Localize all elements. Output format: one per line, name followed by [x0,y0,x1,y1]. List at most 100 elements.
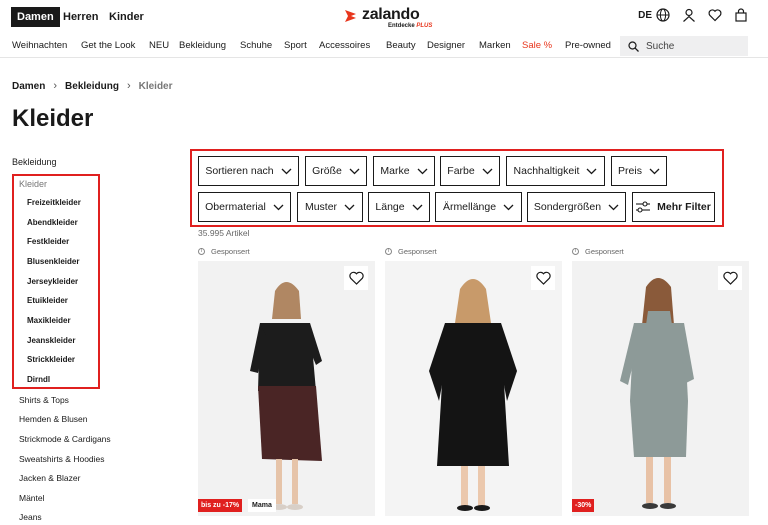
filter-material[interactable]: Obermaterial [198,192,291,222]
nav-item-sale[interactable]: Sale % [522,40,552,51]
info-icon[interactable]: i [572,247,579,255]
heart-icon[interactable] [708,8,722,22]
search-input[interactable]: Suche [620,36,748,56]
wishlist-button[interactable] [718,266,742,290]
chevron-down-icon [587,168,597,174]
search-placeholder: Suche [646,40,675,52]
wishlist-button[interactable] [531,266,555,290]
sidebar-sub-jerseykleider[interactable]: Jerseykleider [27,277,78,286]
filter-label: Preis [618,165,642,177]
filter-label: Größe [312,165,342,177]
sidebar-sub-etuikleider[interactable]: Etuikleider [27,296,68,305]
chevron-down-icon [417,168,428,174]
nav-item-neu[interactable]: NEU [149,40,169,51]
search-icon [628,40,639,52]
filter-color[interactable]: Farbe [440,156,500,186]
sidebar-item-bekleidung[interactable]: Bekleidung [12,157,57,167]
logo-subtitle: Entdecke PLUS [388,23,433,29]
sidebar-item-maentel[interactable]: Mäntel [19,493,45,503]
product-image[interactable]: -30% [572,261,749,516]
sidebar-item-shirts-tops[interactable]: Shirts & Tops [19,395,69,405]
nav-item-accessoires[interactable]: Accessoires [319,40,370,51]
filter-sort[interactable]: Sortieren nach [198,156,299,186]
filter-sustainability[interactable]: Nachhaltigkeit [506,156,605,186]
chevron-down-icon [412,204,423,210]
nav-item-designer[interactable]: Designer [427,40,465,51]
nav-item-beauty[interactable]: Beauty [386,40,416,51]
chevron-right-icon: › [53,80,58,92]
sponsored-label: i Gesponsert [198,246,375,256]
chevron-down-icon [281,168,292,174]
top-bar: Damen Herren Kinder zalando Entdecke PLU… [0,0,768,36]
article-count: 35.995 Artikel [198,228,250,238]
nav-item-weihnachten[interactable]: Weihnachten [12,40,67,51]
sidebar-sub-blusenkleider[interactable]: Blusenkleider [27,257,79,266]
sidebar-item-jeans[interactable]: Jeans [19,512,42,522]
filter-pattern[interactable]: Muster [297,192,363,222]
filter-sleeve-length[interactable]: Ärmellänge [435,192,522,222]
product-image[interactable] [385,261,562,516]
sponsored-label: i Gesponsert [385,246,562,256]
filter-label: Sortieren nach [205,165,274,177]
info-icon[interactable]: i [198,247,205,255]
gender-tab-kinder[interactable]: Kinder [109,7,144,27]
heart-icon [535,271,551,285]
chevron-down-icon [649,168,660,174]
sidebar-item-hemden-blusen[interactable]: Hemden & Blusen [19,414,88,424]
info-icon[interactable]: i [385,247,392,255]
nav-item-marken[interactable]: Marken [479,40,511,51]
zalando-logo[interactable]: zalando Entdecke PLUS [340,5,440,33]
filter-length[interactable]: Länge [368,192,430,222]
product-card[interactable]: i Gesponsert [385,246,562,516]
sidebar-item-sweatshirts[interactable]: Sweatshirts & Hoodies [19,454,105,464]
product-card[interactable]: i Gesponsert bis zu -17% Mama [198,246,375,516]
more-filters-button[interactable]: Mehr Filter [632,192,715,222]
filter-size[interactable]: Größe [305,156,367,186]
sidebar-sub-jeanskleider[interactable]: Jeanskleider [27,336,75,345]
sale-badge: -30% [572,499,595,512]
bag-icon[interactable] [734,8,748,22]
gender-tab-damen[interactable]: Damen [11,7,60,27]
sidebar-sub-freizeitkleider[interactable]: Freizeitkleider [27,198,81,207]
wishlist-button[interactable] [344,266,368,290]
filter-brand[interactable]: Marke [373,156,435,186]
filter-plus-sizes[interactable]: Sondergrößen [527,192,626,222]
user-icon[interactable] [682,8,696,22]
sidebar-sub-festkleider[interactable]: Festkleider [27,237,69,246]
language-label[interactable]: DE [638,10,652,21]
chevron-down-icon [482,168,493,174]
tag-badge: Mama [248,499,276,512]
filter-price[interactable]: Preis [611,156,667,186]
filter-label: Ärmellänge [442,201,497,213]
sponsored-label: i Gesponsert [572,246,749,256]
nav-item-pre-owned[interactable]: Pre-owned [565,40,611,51]
product-image[interactable]: bis zu -17% Mama [198,261,375,516]
sidebar-sub-abendkleider[interactable]: Abendkleider [27,218,78,227]
filter-label: Länge [375,201,405,213]
breadcrumb-damen[interactable]: Damen [12,81,45,92]
filter-label: Sondergrößen [533,201,602,213]
breadcrumb-bekleidung[interactable]: Bekleidung [65,81,119,92]
nav-item-sport[interactable]: Sport [284,40,307,51]
filter-label: Marke [380,165,410,177]
nav-item-schuhe[interactable]: Schuhe [240,40,272,51]
page-title: Kleider [12,105,94,132]
sidebar-sub-strickkleider[interactable]: Strickkleider [27,355,75,364]
nav-item-get-the-look[interactable]: Get the Look [81,40,135,51]
filter-label: Nachhaltigkeit [513,165,580,177]
sidebar-item-strickmode[interactable]: Strickmode & Cardigans [19,434,111,444]
chevron-down-icon [608,204,619,210]
model-black-sweater-dress-illustration [198,261,375,516]
sidebar-sub-maxikleider[interactable]: Maxikleider [27,316,71,325]
heart-icon [722,271,738,285]
nav-item-bekleidung[interactable]: Bekleidung [179,40,226,51]
logo-mark-icon [345,10,356,22]
sidebar-item-jacken[interactable]: Jacken & Blazer [19,473,80,483]
gender-tab-herren[interactable]: Herren [63,7,98,27]
product-card[interactable]: i Gesponsert -30% [572,246,749,516]
sidebar-item-kleider[interactable]: Kleider [19,179,47,189]
model-black-dress-illustration [385,261,562,516]
chevron-down-icon [344,204,355,210]
globe-icon[interactable] [656,8,670,22]
sidebar-sub-dirndl[interactable]: Dirndl [27,375,50,384]
